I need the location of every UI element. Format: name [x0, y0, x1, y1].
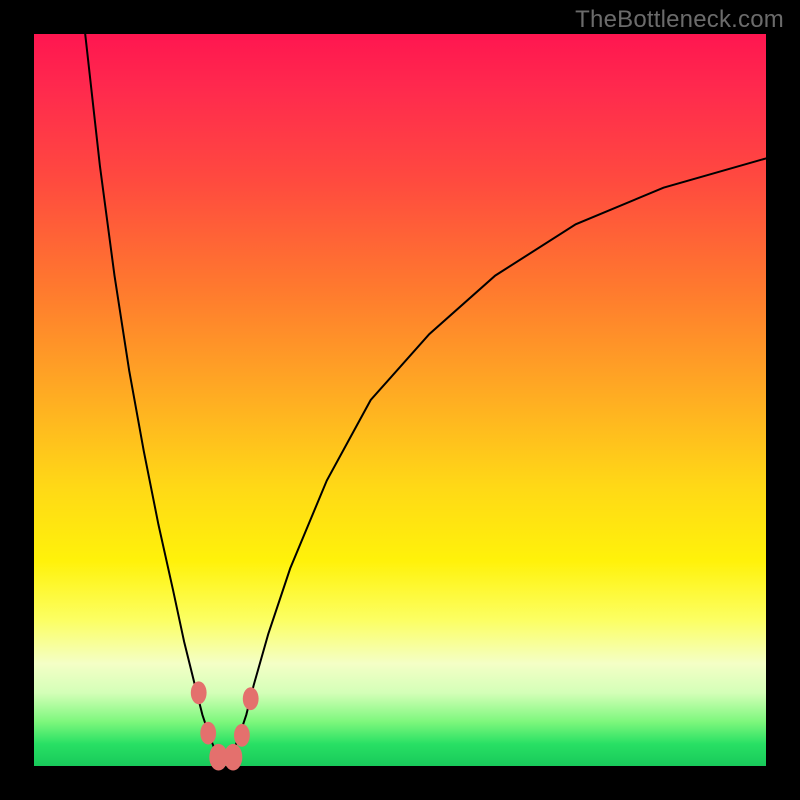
marker-dot — [243, 687, 259, 710]
marker-dot — [200, 722, 216, 745]
curve-left-path — [85, 34, 224, 762]
curve-right-path — [224, 158, 766, 762]
curve-markers — [191, 681, 259, 770]
marker-dot — [234, 724, 250, 747]
outer-frame: TheBottleneck.com — [0, 0, 800, 800]
marker-dot — [224, 744, 242, 771]
marker-dot — [191, 681, 207, 704]
bottleneck-curve — [34, 34, 766, 766]
plot-area — [34, 34, 766, 766]
watermark-text: TheBottleneck.com — [575, 6, 784, 34]
